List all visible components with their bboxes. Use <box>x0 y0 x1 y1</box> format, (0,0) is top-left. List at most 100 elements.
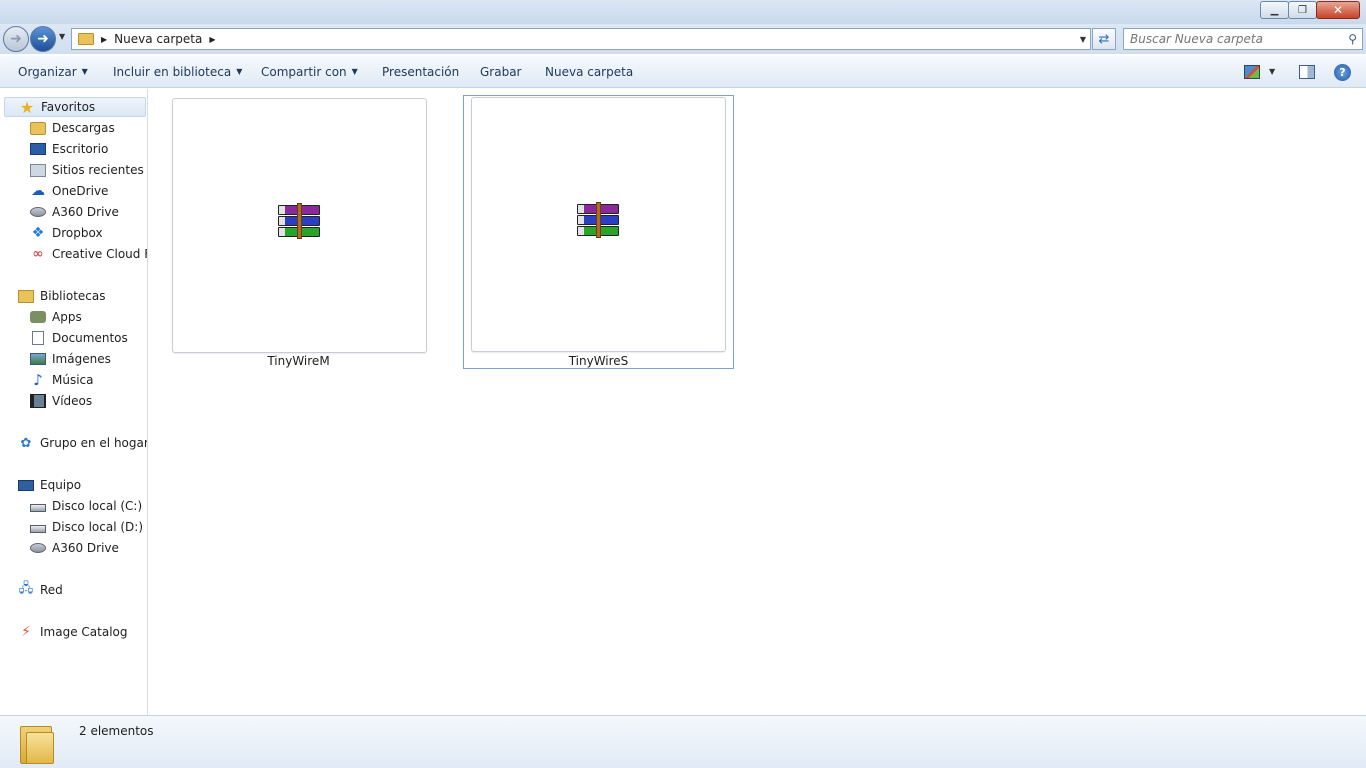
nav-item-music[interactable]: ♪ Música <box>30 370 94 390</box>
creative-cloud-icon: ∞ <box>32 246 44 262</box>
nav-computer[interactable]: Equipo <box>18 475 81 495</box>
include-library-label: Incluir en biblioteca <box>113 65 232 79</box>
organize-menu[interactable]: Organizar ▼ <box>18 65 88 79</box>
dropbox-icon: ❖ <box>31 225 45 241</box>
nav-label: Dropbox <box>52 226 103 240</box>
recent-pages-dropdown[interactable]: ▼ <box>59 32 65 41</box>
nav-item-desktop[interactable]: Escritorio <box>30 139 108 159</box>
breadcrumb-separator-icon[interactable]: ▶ <box>209 35 215 44</box>
new-folder-button[interactable]: Nueva carpeta <box>545 65 633 79</box>
nav-item-downloads[interactable]: Descargas <box>30 118 115 138</box>
search-icon[interactable]: ⚲ <box>1348 32 1357 46</box>
downloads-folder-icon <box>30 121 46 135</box>
nav-item-images[interactable]: Imágenes <box>30 349 111 369</box>
share-label: Compartir con <box>261 65 347 79</box>
file-name: TinyWireM <box>267 354 330 368</box>
nav-item-recent-places[interactable]: Sitios recientes <box>30 160 144 180</box>
file-item-tinywires[interactable]: TinyWireS <box>463 95 734 369</box>
nav-label: Bibliotecas <box>40 289 106 303</box>
nav-label: Música <box>52 373 94 387</box>
chevron-down-icon: ▼ <box>236 67 243 76</box>
burn-button[interactable]: Grabar <box>480 65 522 79</box>
change-view-icon[interactable] <box>1244 65 1260 79</box>
nav-item-documents[interactable]: Documentos <box>30 328 128 348</box>
maximize-button[interactable]: ❐ <box>1288 1 1317 19</box>
nav-label: OneDrive <box>52 184 109 198</box>
title-bar: ▁ ❐ ✕ <box>0 0 1366 24</box>
image-catalog-icon: ⚡ <box>21 624 31 640</box>
chevron-down-icon: ▼ <box>351 67 358 76</box>
hard-drive-icon <box>30 504 46 512</box>
minimize-button[interactable]: ▁ <box>1260 1 1289 19</box>
nav-item-onedrive[interactable]: ☁ OneDrive <box>30 181 108 201</box>
nav-image-catalog[interactable]: ⚡ Image Catalog <box>18 622 127 642</box>
recent-places-icon <box>30 163 46 177</box>
view-options-dropdown[interactable]: ▼ <box>1269 67 1275 76</box>
pictures-icon <box>30 353 46 365</box>
nav-item-videos[interactable]: Vídeos <box>30 391 92 411</box>
file-item-tinywirem[interactable]: TinyWireM <box>163 96 434 370</box>
nav-label: Disco local (C:) <box>52 499 143 513</box>
computer-icon <box>18 479 34 491</box>
folder-icon <box>20 720 56 764</box>
hard-drive-icon <box>30 525 46 533</box>
nav-label: Descargas <box>52 121 115 135</box>
homegroup-icon: ✿ <box>20 435 32 451</box>
nav-label: Equipo <box>40 478 82 492</box>
forward-button[interactable]: ➜ <box>30 26 56 52</box>
nav-libraries[interactable]: Bibliotecas <box>18 286 105 306</box>
nav-item-creative-cloud[interactable]: ∞ Creative Cloud Files <box>30 244 147 264</box>
nav-label: Image Catalog <box>40 625 128 639</box>
nav-label: Creative Cloud Files <box>52 247 147 261</box>
command-bar: Organizar ▼ Incluir en biblioteca ▼ Compar… <box>0 56 1366 88</box>
breadcrumb-item[interactable]: Nueva carpeta <box>114 32 202 46</box>
nav-favorites[interactable]: ★ Favoritos <box>4 97 146 117</box>
file-thumbnail <box>172 98 427 353</box>
refresh-icon: ⇄ <box>1098 31 1110 47</box>
network-icon: 🖧 <box>18 581 34 596</box>
share-menu[interactable]: Compartir con ▼ <box>261 65 358 79</box>
search-input[interactable] <box>1130 32 1340 46</box>
winrar-archive-icon <box>577 202 619 240</box>
help-icon[interactable]: ? <box>1334 64 1351 81</box>
presentation-button[interactable]: Presentación <box>382 65 459 79</box>
preview-pane-icon[interactable] <box>1299 65 1315 79</box>
nav-label: A360 Drive <box>52 205 119 219</box>
nav-homegroup[interactable]: ✿ Grupo en el hogar <box>18 433 148 453</box>
chevron-down-icon: ▼ <box>81 67 88 76</box>
nav-item-a360-drive-computer[interactable]: A360 Drive <box>30 538 119 558</box>
breadcrumb-separator-icon[interactable]: ▶ <box>101 35 107 44</box>
nav-item-dropbox[interactable]: ❖ Dropbox <box>30 223 103 243</box>
nav-label: Sitios recientes <box>52 163 144 177</box>
nav-label: Favoritos <box>41 100 96 114</box>
nav-item-disk-d[interactable]: Disco local (D:) <box>30 517 143 537</box>
nav-label: Escritorio <box>52 142 109 156</box>
back-button[interactable]: ➜ <box>3 26 29 52</box>
file-name: TinyWireS <box>568 354 629 368</box>
folder-icon <box>78 33 94 45</box>
nav-label: Disco local (D:) <box>52 520 144 534</box>
address-history-dropdown[interactable]: ▼ <box>1080 35 1086 44</box>
close-button[interactable]: ✕ <box>1316 1 1360 19</box>
status-bar: 2 elementos <box>0 715 1366 768</box>
nav-item-a360-drive[interactable]: A360 Drive <box>30 202 119 222</box>
nav-item-disk-c[interactable]: Disco local (C:) <box>30 496 142 516</box>
address-row: ➜ ➜ ▼ ▶ Nueva carpeta ▶ ▼ ⇄ ⚲ <box>0 24 1366 54</box>
nav-item-apps[interactable]: Apps <box>30 307 82 327</box>
organize-label: Organizar <box>18 65 77 79</box>
nav-label: Grupo en el hogar <box>40 436 148 450</box>
include-library-menu[interactable]: Incluir en biblioteca ▼ <box>113 65 242 79</box>
refresh-button[interactable]: ⇄ <box>1092 28 1116 50</box>
nav-label: A360 Drive <box>52 541 119 555</box>
desktop-icon <box>30 143 46 155</box>
winrar-archive-icon <box>278 203 320 241</box>
arrow-right-icon: ➜ <box>37 31 49 47</box>
window-controls: ▁ ❐ ✕ <box>1260 1 1360 19</box>
nav-label: Imágenes <box>52 352 111 366</box>
file-thumbnail <box>471 97 726 352</box>
network-drive-icon <box>30 207 46 217</box>
nav-network[interactable]: 🖧 Red <box>18 580 63 600</box>
network-drive-icon <box>30 543 46 553</box>
search-box[interactable]: ⚲ <box>1123 28 1363 50</box>
address-bar[interactable]: ▶ Nueva carpeta ▶ ▼ <box>71 28 1091 50</box>
